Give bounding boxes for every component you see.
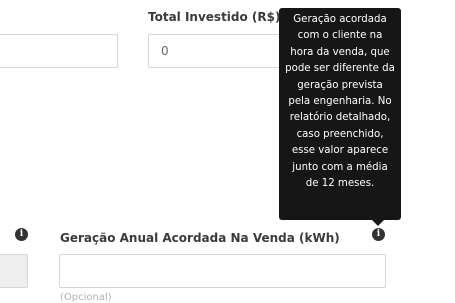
total-investido-label: Total Investido (R$) bbox=[148, 10, 281, 24]
info-icon[interactable]: i bbox=[372, 228, 385, 241]
total-investido-input[interactable]: 0 bbox=[148, 34, 283, 68]
partial-disabled-input bbox=[0, 254, 28, 288]
form-page: Total Investido (R$) 0 Geração acordada … bbox=[0, 0, 455, 303]
geracao-anual-label: Geração Anual Acordada Na Venda (kWh) bbox=[60, 231, 340, 245]
partial-input-field[interactable] bbox=[0, 34, 118, 68]
geracao-anual-input[interactable] bbox=[59, 254, 386, 288]
tooltip-arrow bbox=[372, 220, 384, 226]
optional-hint: (Opcional) bbox=[60, 292, 112, 303]
info-icon[interactable]: i bbox=[15, 228, 28, 241]
info-tooltip: Geração acordada com o cliente na hora d… bbox=[279, 8, 401, 220]
